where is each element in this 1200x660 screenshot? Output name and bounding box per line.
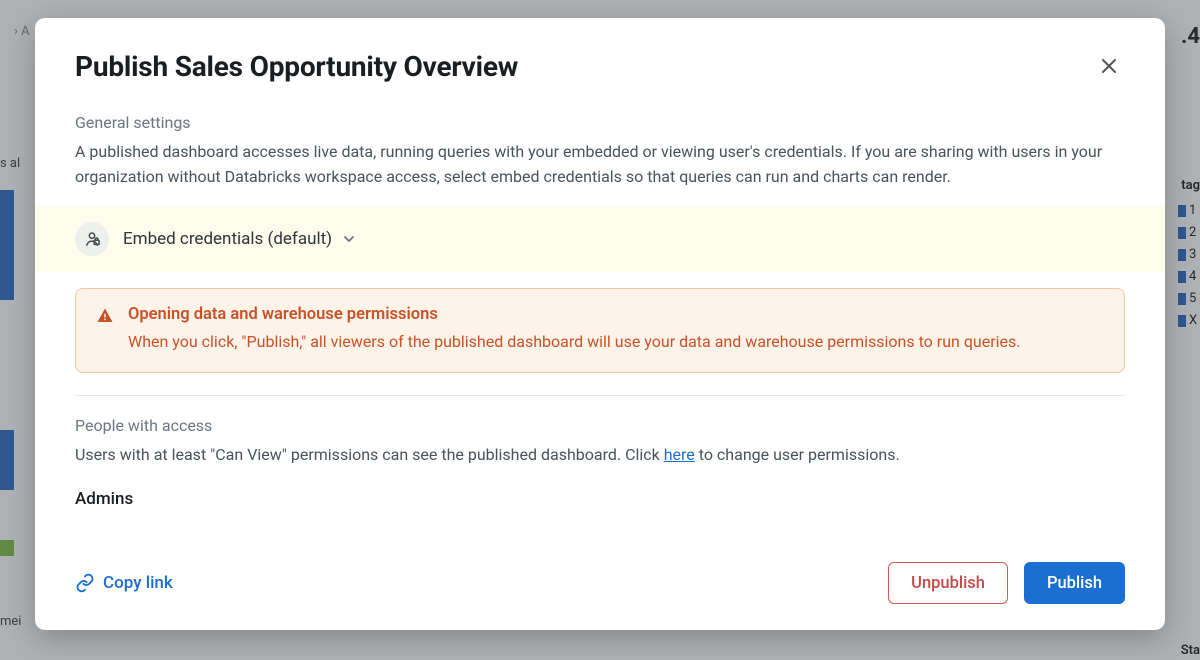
close-icon bbox=[1100, 57, 1118, 75]
people-with-access-desc: Users with at least "Can View" permissio… bbox=[75, 443, 1125, 468]
chevron-down-icon bbox=[342, 232, 356, 246]
embed-credentials-select[interactable]: Embed credentials (default) bbox=[123, 229, 356, 249]
people-with-access-label: People with access bbox=[75, 416, 1125, 435]
admins-label: Admins bbox=[75, 489, 1125, 509]
modal-title: Publish Sales Opportunity Overview bbox=[75, 50, 518, 83]
general-settings-desc: A published dashboard accesses live data… bbox=[75, 140, 1125, 190]
section-divider bbox=[75, 395, 1125, 396]
publish-modal: Publish Sales Opportunity Overview Gener… bbox=[35, 18, 1165, 630]
embed-credentials-row: Embed credentials (default) bbox=[35, 206, 1165, 272]
warning-icon bbox=[96, 307, 114, 354]
change-permissions-link[interactable]: here bbox=[664, 445, 695, 464]
close-button[interactable] bbox=[1093, 50, 1125, 82]
embed-credentials-icon bbox=[75, 222, 109, 256]
unpublish-button[interactable]: Unpublish bbox=[888, 562, 1008, 604]
copy-link-label: Copy link bbox=[103, 573, 173, 593]
embed-credentials-select-label: Embed credentials (default) bbox=[123, 229, 332, 249]
alert-title: Opening data and warehouse permissions bbox=[128, 305, 1021, 324]
copy-link-button[interactable]: Copy link bbox=[75, 573, 173, 593]
alert-body: When you click, "Publish," all viewers o… bbox=[128, 330, 1021, 354]
general-settings-label: General settings bbox=[75, 113, 1125, 132]
permissions-warning-alert: Opening data and warehouse permissions W… bbox=[75, 288, 1125, 373]
link-icon bbox=[75, 573, 95, 593]
publish-button[interactable]: Publish bbox=[1024, 562, 1125, 604]
